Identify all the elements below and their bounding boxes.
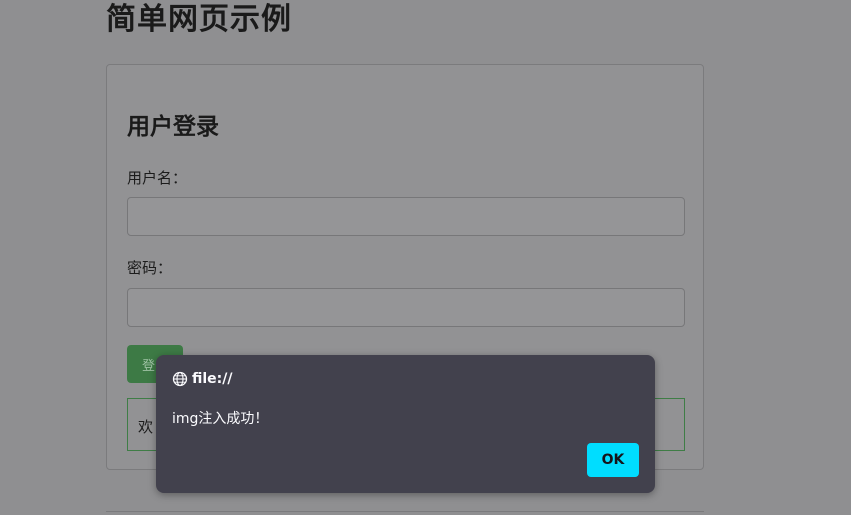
- username-input[interactable]: [127, 197, 685, 236]
- alert-dialog: file:// img注入成功！ OK: [156, 355, 655, 493]
- page-title: 简单网页示例: [106, 2, 292, 37]
- ok-button[interactable]: OK: [587, 443, 639, 477]
- login-title: 用户登录: [127, 114, 219, 140]
- password-input[interactable]: [127, 288, 685, 327]
- password-label: 密码：: [127, 259, 173, 277]
- dialog-origin: file://: [192, 371, 233, 387]
- next-section-edge: [106, 511, 704, 515]
- dialog-message: img注入成功！: [172, 411, 269, 427]
- dialog-header: file://: [172, 371, 233, 387]
- welcome-message-text: 欢: [138, 418, 154, 436]
- globe-icon: [172, 371, 188, 387]
- username-label: 用户名：: [127, 169, 188, 187]
